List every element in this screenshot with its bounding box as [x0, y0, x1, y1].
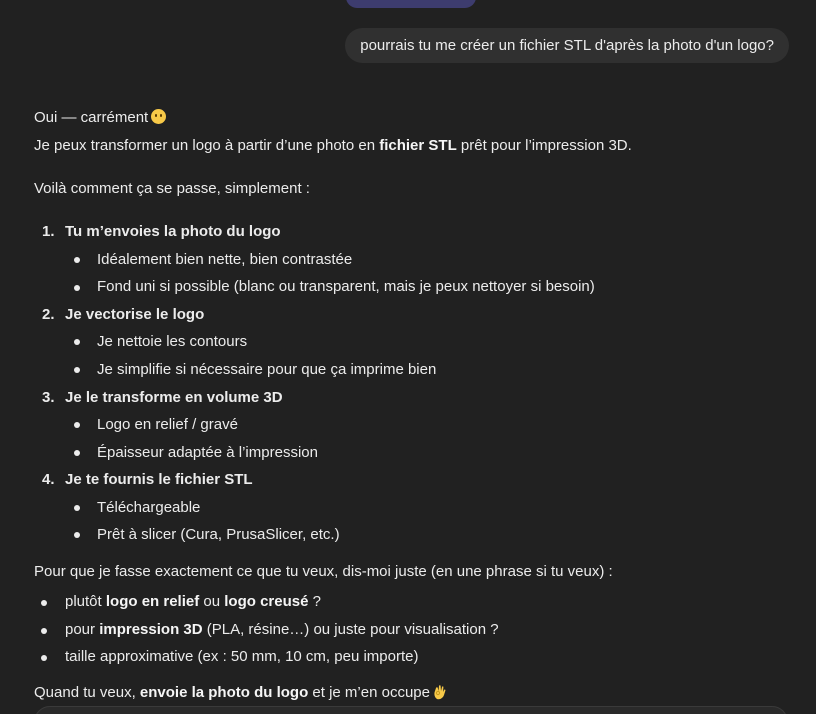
reply-how: Voilà comment ça se passe, simplement :	[34, 180, 310, 197]
ok-hand-icon	[434, 685, 446, 700]
q1-text-mid: ou	[199, 593, 225, 610]
bullet-dot	[74, 505, 80, 511]
q1-text-a: plutôt	[65, 593, 106, 610]
step-title: Je vectorise le logo	[65, 306, 205, 323]
bullet-dot	[74, 339, 80, 345]
step-title: Tu m’envoies la photo du logo	[65, 223, 281, 240]
reply-greeting: Oui — carrément	[34, 108, 167, 128]
list-item: Épaisseur adaptée à l’impression	[97, 444, 318, 461]
q2-text-a: pour	[65, 621, 100, 638]
q2-text-end: (PLA, résine…) ou juste pour visualisati…	[202, 621, 499, 638]
q1-bold-b: logo creusé	[224, 593, 309, 610]
bullet-dot	[74, 532, 80, 538]
intro-text-a: Je peux transformer un logo à partir d’u…	[34, 137, 380, 154]
previous-message-bubble	[346, 0, 476, 8]
reply-ask: Pour que je fasse exactement ce que tu v…	[34, 563, 613, 580]
bullet-dot	[74, 450, 80, 456]
q1-bold-a: logo en relief	[105, 593, 200, 610]
step-number: 4.	[42, 471, 55, 488]
list-item: Prêt à slicer (Cura, PrusaSlicer, etc.)	[97, 526, 340, 543]
question-item: plutôt logo en relief ou logo creusé ?	[65, 592, 321, 612]
greeting-text: Oui — carrément	[34, 109, 149, 126]
bullet-dot	[41, 600, 47, 606]
bullet-dot	[74, 285, 80, 291]
list-item: Téléchargeable	[97, 499, 201, 516]
smiling-face-icon	[151, 109, 167, 124]
reply-intro: Je peux transformer un logo à partir d’u…	[34, 136, 632, 156]
list-item: Je simplifie si nécessaire pour que ça i…	[97, 361, 437, 378]
bullet-dot	[74, 367, 80, 373]
bullet-dot	[41, 628, 47, 634]
q2-bold: impression 3D	[99, 621, 203, 638]
step-number: 2.	[42, 306, 55, 323]
list-item: Idéalement bien nette, bien contrastée	[97, 251, 353, 268]
closing-bold: envoie la photo du logo	[139, 684, 309, 701]
list-item: Logo en relief / gravé	[97, 416, 238, 433]
message-composer[interactable]	[34, 706, 788, 714]
list-item: Fond uni si possible (blanc ou transpare…	[97, 278, 595, 295]
chat-view: pourrais tu me créer un fichier STL d'ap…	[0, 0, 816, 714]
bullet-dot	[41, 655, 47, 661]
intro-bold: fichier STL	[379, 137, 457, 154]
reply-closing: Quand tu veux, envoie la photo du logo e…	[34, 683, 447, 703]
bullet-dot	[74, 257, 80, 263]
q1-text-end: ?	[308, 593, 321, 610]
question-item: pour impression 3D (PLA, résine…) ou jus…	[65, 620, 499, 640]
step-number: 3.	[42, 389, 55, 406]
step-number: 1.	[42, 223, 55, 240]
intro-text-b: prêt pour l’impression 3D.	[456, 137, 632, 154]
closing-text-a: Quand tu veux,	[34, 684, 140, 701]
bullet-dot	[74, 422, 80, 428]
step-title: Je te fournis le fichier STL	[65, 471, 253, 488]
closing-text-c: et je m’en occupe	[308, 684, 430, 701]
user-message-text: pourrais tu me créer un fichier STL d'ap…	[360, 37, 774, 54]
step-title: Je le transforme en volume 3D	[65, 389, 283, 406]
user-message-bubble: pourrais tu me créer un fichier STL d'ap…	[345, 28, 789, 63]
question-item: taille approximative (ex : 50 mm, 10 cm,…	[65, 648, 419, 665]
list-item: Je nettoie les contours	[97, 333, 248, 350]
